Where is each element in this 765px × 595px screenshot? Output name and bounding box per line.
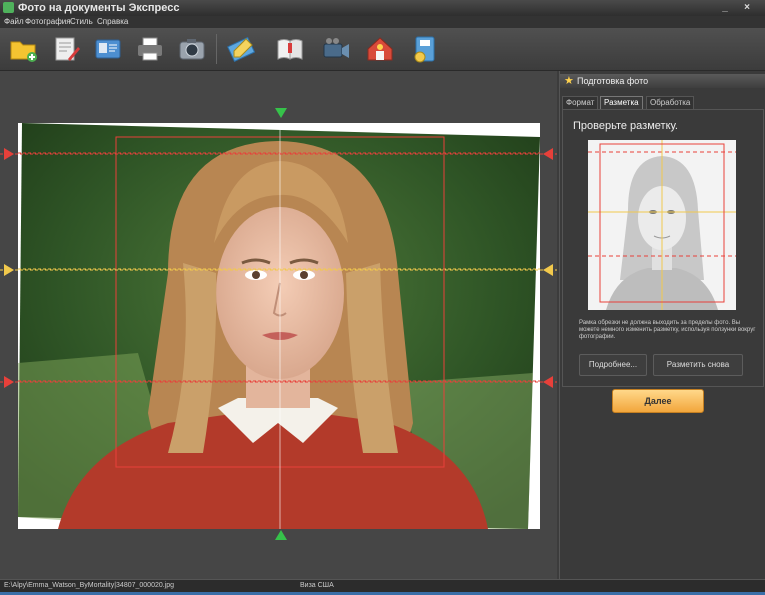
menu-bar: Файл Фотография Стиль Справка <box>0 16 765 28</box>
star-icon: ★ <box>564 75 574 87</box>
sidebar-panel: ★ Подготовка фото Формат Разметка Обрабо… <box>559 71 765 579</box>
id-card-icon[interactable] <box>92 33 124 65</box>
tab-markup[interactable]: Разметка <box>600 96 643 109</box>
details-button[interactable]: Подробнее... <box>579 354 647 376</box>
save-disk-icon[interactable] <box>408 33 440 65</box>
camera-icon[interactable] <box>176 33 208 65</box>
status-bar: E:\Alpy\Emma_Watson_ByMortality|34807_00… <box>0 579 765 592</box>
remark-button[interactable]: Разметить снова <box>653 354 743 376</box>
top-handle <box>275 108 287 118</box>
markup-panel: Проверьте разметку. Рамка обрезки не дол… <box>562 109 764 387</box>
printer-icon[interactable] <box>134 33 166 65</box>
window-title: Фото на документы Экспресс <box>18 2 180 14</box>
app-icon <box>3 2 14 13</box>
file-path: E:\Alpy\Emma_Watson_ByMortality|34807_00… <box>4 582 175 589</box>
home-help-icon[interactable] <box>364 33 396 65</box>
toolbar-separator <box>216 34 217 64</box>
menu-help[interactable]: Справка <box>97 17 128 27</box>
cropping-note: Рамка обрезки не должна выходить за пред… <box>579 320 756 340</box>
sample-portrait <box>588 140 736 310</box>
pencil-ruler-icon[interactable] <box>226 33 258 65</box>
app-window: Фото на документы Экспресс _ × Файл Фото… <box>0 0 765 595</box>
document-format: Виза США <box>300 582 334 589</box>
toolbar <box>0 28 765 71</box>
open-book-icon[interactable] <box>274 33 306 65</box>
crop-handles <box>0 108 557 540</box>
title-bar: Фото на документы Экспресс _ × <box>0 0 765 16</box>
open-folder-icon[interactable] <box>8 33 40 65</box>
sidebar-header: ★ Подготовка фото <box>560 74 765 88</box>
menu-style[interactable]: Стиль <box>70 17 93 27</box>
tab-format[interactable]: Формат <box>562 96 599 109</box>
photo-canvas[interactable] <box>0 71 557 579</box>
next-button[interactable]: Далее <box>612 389 704 413</box>
edit-document-icon[interactable] <box>50 33 82 65</box>
video-camera-icon[interactable] <box>320 33 352 65</box>
menu-photo[interactable]: Фотография <box>25 17 71 27</box>
minimize-button[interactable]: _ <box>718 0 732 15</box>
bottom-handle <box>275 530 287 540</box>
tab-processing[interactable]: Обработка <box>646 96 695 109</box>
sidebar-header-title: Подготовка фото <box>577 76 649 86</box>
close-button[interactable]: × <box>740 0 754 15</box>
panel-heading: Проверьте разметку. <box>573 120 678 132</box>
menu-file[interactable]: Файл <box>4 17 24 27</box>
